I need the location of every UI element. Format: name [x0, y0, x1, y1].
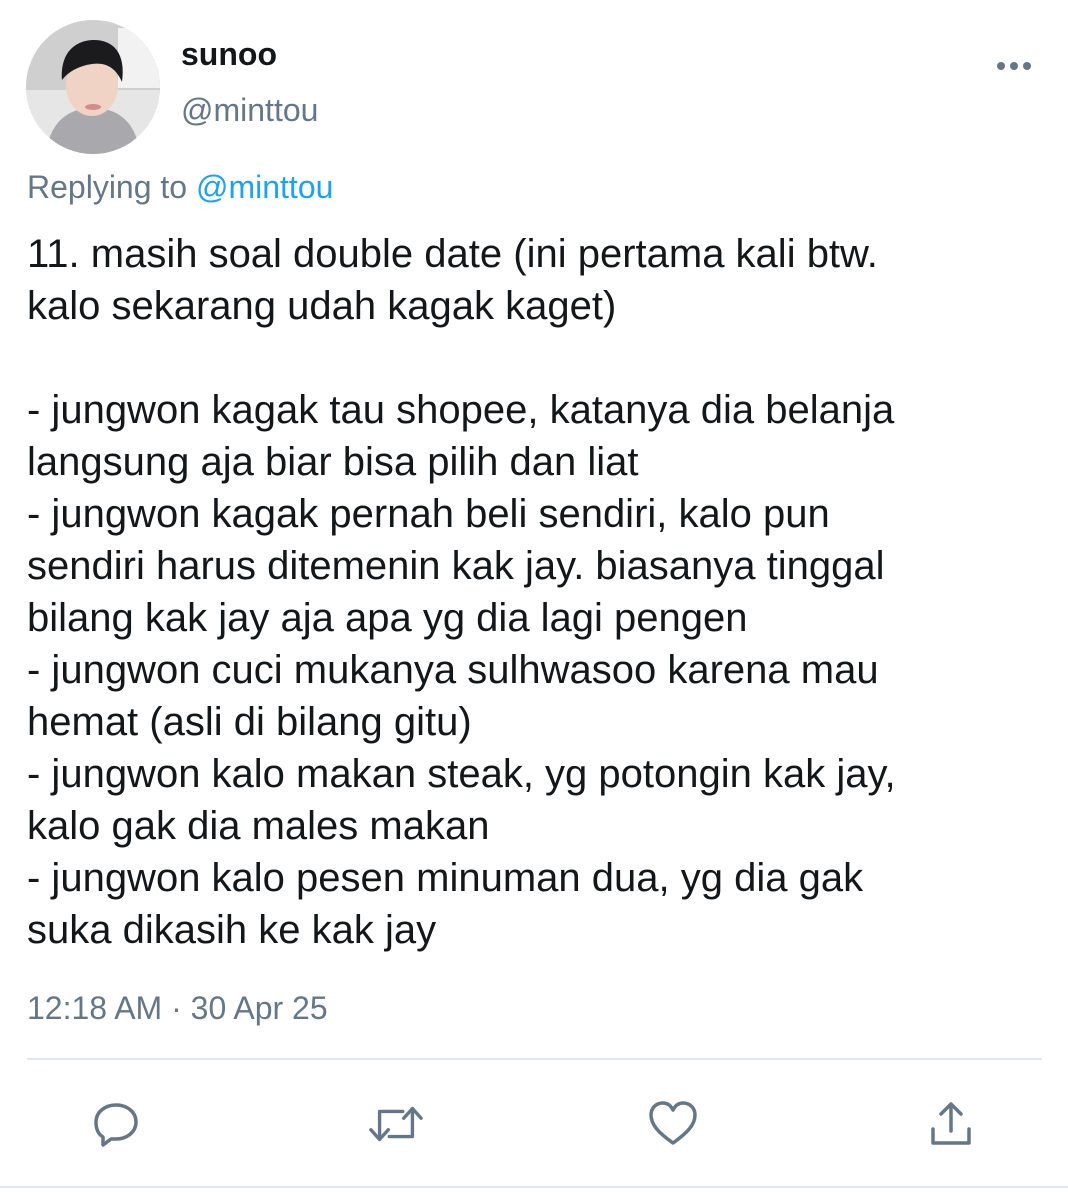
share-button[interactable] — [923, 1096, 979, 1152]
bottom-border — [0, 1186, 1068, 1188]
heart-icon — [649, 1101, 697, 1145]
reply-mention-link[interactable]: @minttou — [196, 169, 333, 205]
tweet-timestamp[interactable]: 12:18 AM · 30 Apr 25 — [27, 988, 328, 1028]
reply-icon — [94, 1103, 138, 1147]
share-icon — [931, 1102, 971, 1145]
more-options-icon[interactable] — [995, 56, 1035, 76]
divider — [27, 1058, 1042, 1060]
tweet-text: 11. masih soal double date (ini pertama … — [27, 232, 896, 952]
retweet-icon — [369, 1106, 423, 1142]
replying-to: Replying to @minttou — [27, 167, 333, 207]
display-name[interactable]: sunoo — [181, 34, 277, 74]
user-handle[interactable]: @minttou — [181, 90, 318, 130]
retweet-button[interactable] — [368, 1096, 424, 1152]
reply-button[interactable] — [88, 1096, 144, 1152]
tweet-card: sunoo @minttou Replying to @minttou 11. … — [0, 0, 1068, 1200]
replying-to-label: Replying to — [27, 169, 188, 205]
avatar[interactable] — [26, 20, 160, 154]
like-button[interactable] — [645, 1096, 701, 1152]
avatar-image — [26, 20, 160, 154]
